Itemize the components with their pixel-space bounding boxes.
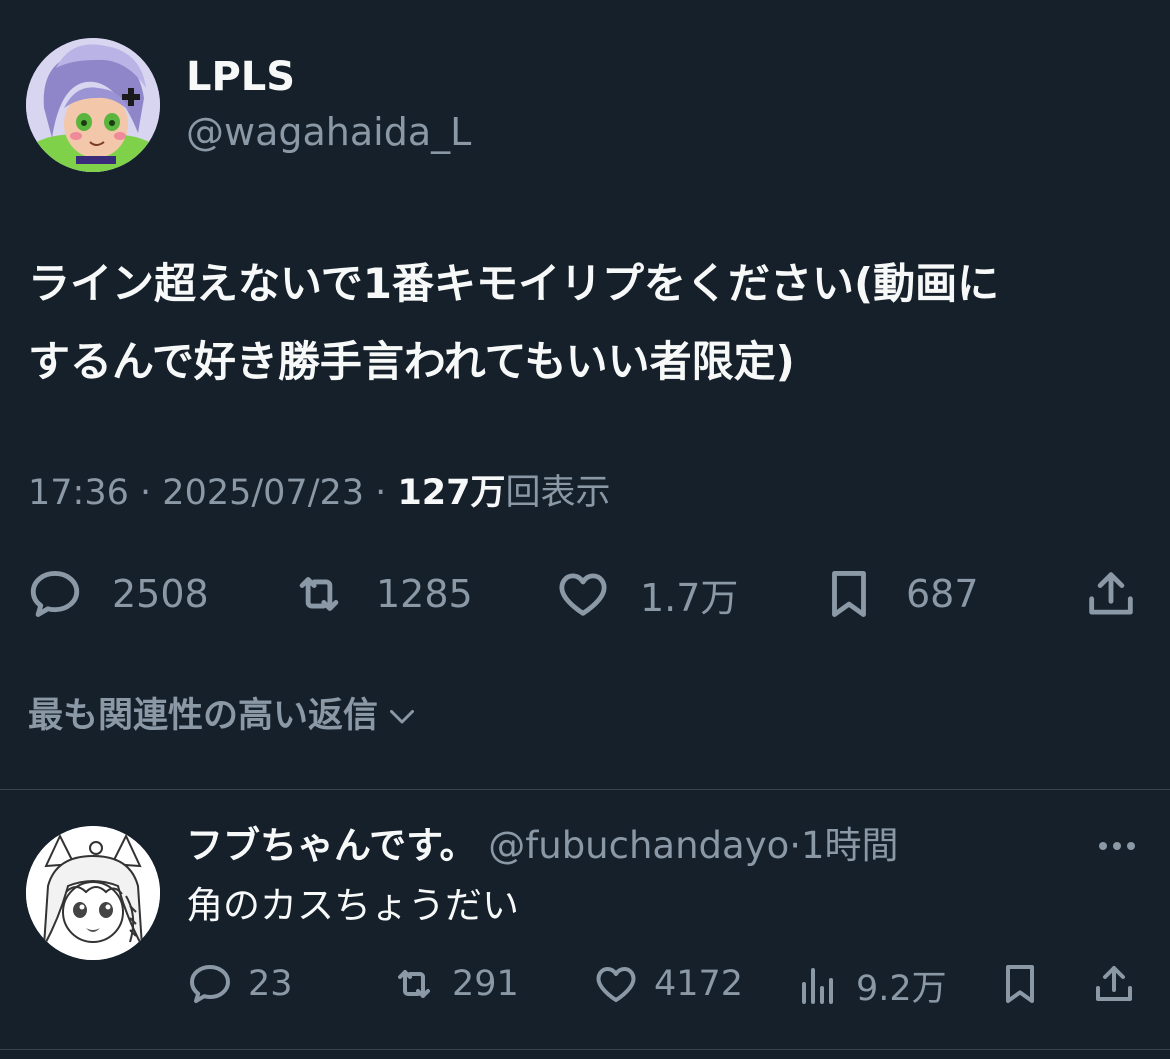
reply-retweet-count: 291 xyxy=(452,964,519,1004)
retweet-icon xyxy=(398,970,430,998)
chevron-down-icon xyxy=(390,710,415,724)
author-avatar[interactable] xyxy=(26,38,160,172)
tweet-text-line: ライン超えないで1番キモイリプをください(動画に xyxy=(28,259,1000,308)
reply-sort-dropdown[interactable]: 最も関連性の高い返信 xyxy=(28,693,420,739)
retweet-count: 1285 xyxy=(376,572,473,616)
tweet-date[interactable]: 2025/07/23 xyxy=(162,473,364,513)
reply-header: フブちゃんです。 @fubuchandayo·1時間 xyxy=(186,822,899,870)
reply-button[interactable]: 2508 xyxy=(26,565,209,623)
retweet-icon xyxy=(299,577,339,611)
reply-text: 角のカスちょうだい xyxy=(186,884,519,927)
like-button[interactable]: 1.7万 xyxy=(554,565,738,623)
reply-icon xyxy=(190,965,230,1003)
tweet-time[interactable]: 17:36 xyxy=(28,473,129,513)
bookmark-icon xyxy=(1006,965,1034,1003)
reply-reply-button[interactable]: 23 xyxy=(186,960,293,1008)
bookmark-icon xyxy=(832,571,866,617)
reply-like-button[interactable]: 4172 xyxy=(592,960,743,1008)
reply-time[interactable]: 1時間 xyxy=(801,824,899,867)
views-count[interactable]: 127万 xyxy=(397,473,505,513)
reply-bookmark-button[interactable] xyxy=(996,960,1044,1008)
author-display-name[interactable]: LPLS xyxy=(186,52,295,102)
views-label[interactable]: 回表示 xyxy=(506,473,611,513)
tweet-action-bar: 2508 1285 1.7万 687 xyxy=(0,565,1170,625)
meta-separator: · xyxy=(140,473,152,513)
reply-display-name[interactable]: フブちゃんです。 xyxy=(186,824,476,867)
meta-separator: · xyxy=(375,473,387,513)
share-icon xyxy=(1096,966,1132,1001)
reply-sort-label: 最も関連性の高い返信 xyxy=(28,696,379,736)
author-handle[interactable]: @wagahaida_L xyxy=(186,108,471,156)
avatar-illustration xyxy=(26,826,160,960)
more-options-button[interactable] xyxy=(1092,826,1142,866)
tweet-detail-page: LPLS @wagahaida_L ライン超えないで1番キモイリプをください(動… xyxy=(0,0,1170,1059)
like-icon xyxy=(596,967,636,1002)
reply-retweet-button[interactable]: 291 xyxy=(390,960,519,1008)
like-icon xyxy=(559,573,607,616)
reply-icon xyxy=(30,571,80,617)
share-icon xyxy=(1089,572,1133,615)
avatar-illustration xyxy=(26,38,160,172)
bookmark-button[interactable]: 687 xyxy=(820,565,979,623)
reply-handle[interactable]: @fubuchandayo xyxy=(488,824,789,867)
reply-action-bar: 23 291 4172 9.2万 xyxy=(0,960,1170,1010)
reply-like-count: 4172 xyxy=(654,964,744,1004)
reply-author-avatar[interactable] xyxy=(26,826,160,960)
reply-reply-count: 23 xyxy=(248,964,293,1004)
meta-separator: · xyxy=(789,824,802,867)
tweet-text: ライン超えないで1番キモイリプをください(動画に するんで好き勝手言われてもいい… xyxy=(28,245,1148,401)
share-button[interactable] xyxy=(1082,565,1140,623)
section-divider xyxy=(0,789,1170,790)
bookmark-count: 687 xyxy=(906,572,979,616)
section-divider xyxy=(0,1049,1170,1050)
reply-views-button[interactable]: 9.2万 xyxy=(794,960,947,1011)
views-icon xyxy=(802,967,833,1004)
reply-share-button[interactable] xyxy=(1090,960,1138,1008)
reply-count: 2508 xyxy=(112,572,209,616)
retweet-button[interactable]: 1285 xyxy=(290,565,473,623)
tweet-text-line: するんで好き勝手言われてもいい者限定) xyxy=(28,337,795,386)
like-count: 1.7万 xyxy=(640,575,739,620)
tweet-meta: 17:36 · 2025/07/23 · 127万回表示 xyxy=(28,470,611,516)
reply-views-count: 9.2万 xyxy=(856,969,947,1009)
more-icon xyxy=(1099,842,1135,850)
